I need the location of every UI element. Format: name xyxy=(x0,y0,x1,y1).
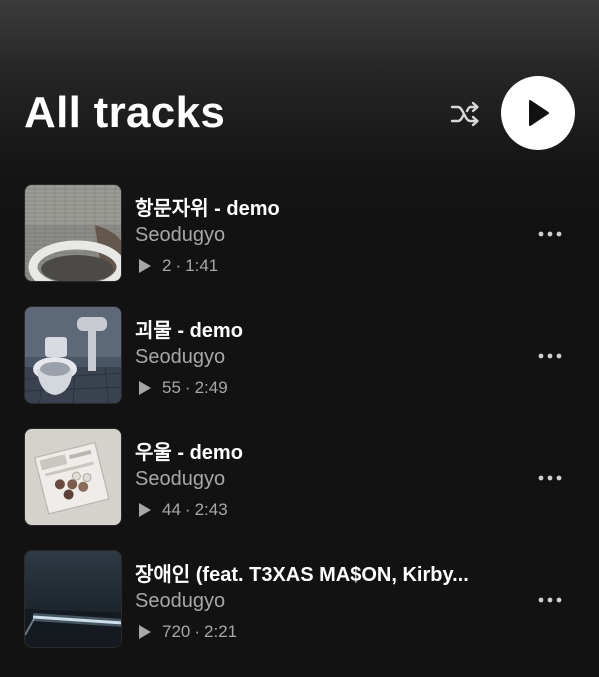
track-title: 우울 - demo xyxy=(135,442,243,464)
track-artist[interactable]: Seodugyo xyxy=(135,224,225,247)
header: All tracks xyxy=(0,0,599,160)
tiled-wall-cover xyxy=(24,184,122,282)
more-dots-icon xyxy=(538,231,562,237)
play-icon xyxy=(529,100,549,126)
track-title: 항문자위 - demo xyxy=(135,198,280,220)
dark-room-cover xyxy=(24,550,122,648)
more-options-button[interactable] xyxy=(532,466,568,490)
track-meta: 720 · 2:21 xyxy=(138,622,237,642)
meta-separator: · xyxy=(184,378,191,397)
play-count: 2 xyxy=(162,256,172,275)
shuffle-button[interactable] xyxy=(448,97,484,131)
play-count: 55 xyxy=(162,378,181,397)
track-meta: 55 · 2:49 xyxy=(138,378,228,398)
more-options-button[interactable] xyxy=(532,588,568,612)
more-dots-icon xyxy=(538,353,562,359)
track-artist[interactable]: Seodugyo xyxy=(135,468,225,491)
track-meta: 2 · 1:41 xyxy=(138,256,218,276)
toilet-cover xyxy=(24,306,122,404)
track-title: 괴물 - demo xyxy=(135,320,243,342)
play-all-button[interactable] xyxy=(501,76,575,150)
more-dots-icon xyxy=(538,597,562,603)
play-count-icon xyxy=(138,258,152,274)
play-count: 720 xyxy=(162,622,191,641)
meta-separator: · xyxy=(175,256,182,275)
track-row[interactable]: 괴물 - demo Seodugyo 55 · 2:49 xyxy=(0,306,599,406)
track-duration: 1:41 xyxy=(185,256,219,275)
track-artist[interactable]: Seodugyo xyxy=(135,590,225,613)
play-count-icon xyxy=(138,502,152,518)
play-count-icon xyxy=(138,624,152,640)
play-count: 44 xyxy=(162,500,181,519)
more-dots-icon xyxy=(538,475,562,481)
meta-separator: · xyxy=(194,622,201,641)
track-artist[interactable]: Seodugyo xyxy=(135,346,225,369)
play-count-icon xyxy=(138,380,152,396)
track-title: 장애인 (feat. T3XAS MA$ON, Kirby... xyxy=(135,564,469,586)
more-options-button[interactable] xyxy=(532,344,568,368)
more-options-button[interactable] xyxy=(532,222,568,246)
pill-bag-cover xyxy=(24,428,122,526)
track-duration: 2:21 xyxy=(204,622,238,641)
track-row[interactable]: 항문자위 - demo Seodugyo 2 · 1:41 xyxy=(0,184,599,284)
track-meta: 44 · 2:43 xyxy=(138,500,228,520)
shuffle-icon xyxy=(450,101,479,127)
tracks-screen: All tracks 항문자위 - demo Seodugyo 2 · 1:41… xyxy=(0,0,599,677)
track-duration: 2:43 xyxy=(194,500,228,519)
track-row[interactable]: 장애인 (feat. T3XAS MA$ON, Kirby... Seodugy… xyxy=(0,550,599,650)
meta-separator: · xyxy=(184,500,191,519)
track-row[interactable]: 우울 - demo Seodugyo 44 · 2:43 xyxy=(0,428,599,528)
page-title: All tracks xyxy=(24,88,226,137)
track-duration: 2:49 xyxy=(194,378,228,397)
